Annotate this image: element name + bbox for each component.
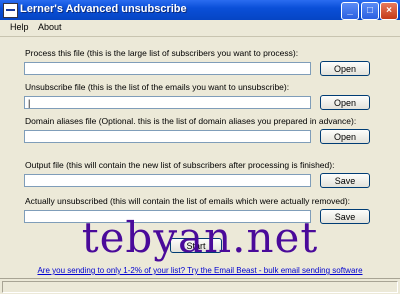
unsubscribed-save-button[interactable]: Save [320, 209, 370, 224]
status-bar [0, 278, 400, 294]
unsubscribe-open-button[interactable]: Open [320, 95, 370, 110]
process-file-label: Process this file (this is the large lis… [25, 48, 299, 58]
window-title: Lerner's Advanced unsubscribe [20, 3, 187, 15]
process-file-field[interactable] [24, 62, 311, 75]
domain-aliases-label: Domain aliases file (Optional. this is t… [25, 116, 357, 126]
minimize-button[interactable]: _ [341, 2, 359, 20]
output-save-button[interactable]: Save [320, 173, 370, 188]
close-button[interactable]: × [380, 2, 398, 20]
output-file-field[interactable] [24, 174, 311, 187]
unsubscribed-label: Actually unsubscribed (this will contain… [25, 196, 351, 206]
menu-bar: Help About [0, 20, 400, 37]
domain-aliases-field[interactable] [24, 130, 311, 143]
unsubscribe-file-field[interactable]: | [24, 96, 311, 109]
unsubscribed-field[interactable] [24, 210, 311, 223]
domain-open-button[interactable]: Open [320, 129, 370, 144]
status-panel [2, 281, 398, 293]
title-bar: Lerner's Advanced unsubscribe _ □ × [0, 0, 400, 20]
app-icon [3, 3, 18, 18]
menu-about[interactable]: About [38, 22, 62, 32]
process-open-button[interactable]: Open [320, 61, 370, 76]
promo-link[interactable]: Are you sending to only 1-2% of your lis… [10, 266, 390, 275]
start-button[interactable]: Start [170, 238, 222, 253]
output-file-label: Output file (this will contain the new l… [25, 160, 335, 170]
unsubscribe-file-label: Unsubscribe file (this is the list of th… [25, 82, 290, 92]
maximize-button[interactable]: □ [361, 2, 379, 20]
menu-help[interactable]: Help [10, 22, 29, 32]
